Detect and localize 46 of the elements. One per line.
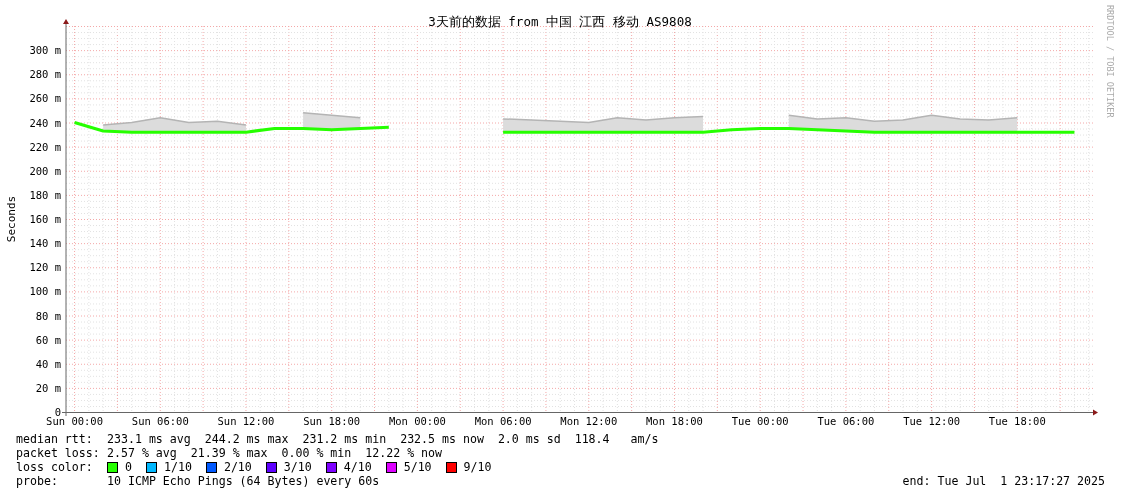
x-tick-label: Mon 00:00 <box>388 415 446 427</box>
y-tick-label: 280 m <box>29 68 61 81</box>
graph-title: 3天前的数据 from 中国 江西 移动 AS9808 <box>428 14 692 29</box>
y-tick-label: 60 m <box>35 333 61 346</box>
x-tick-label: Tue 00:00 <box>731 415 789 427</box>
legend-text: 4/10 <box>343 460 372 474</box>
y-tick-label: 160 m <box>29 213 61 225</box>
stat-values: 233.1 ms avg 244.2 ms max 231.2 ms min 232.5 ms now 2.0 ms sd 118.4 am/s <box>107 432 659 446</box>
x-tick-label: Tue 18:00 <box>988 415 1046 427</box>
stat-label: probe: <box>16 474 59 488</box>
x-tick-label: Sun 18:00 <box>303 415 361 427</box>
y-tick-label: 300 m <box>29 44 61 57</box>
x-tick-label: Tue 06:00 <box>817 415 875 427</box>
y-tick-label: 140 m <box>29 237 61 250</box>
legend-text: 5/10 <box>403 460 432 474</box>
x-tick-label: Mon 06:00 <box>474 415 532 427</box>
y-tick-label: 180 m <box>29 188 61 201</box>
legend-text: 3/10 <box>283 460 312 474</box>
y-tick-label: 100 m <box>29 285 61 298</box>
legend-label: loss color: <box>16 460 94 474</box>
stat-values: 2.57 % avg 21.39 % max 0.00 % min 12.22 % now <box>107 446 443 460</box>
y-tick-label: 240 m <box>29 116 61 129</box>
axis-label: Seconds <box>5 195 18 243</box>
legend-text: 9/10 <box>463 460 492 474</box>
x-tick-label: Mon 12:00 <box>560 415 618 427</box>
y-tick-label: 120 m <box>29 261 61 274</box>
y-tick-label: 260 m <box>29 92 61 105</box>
y-tick-label: 80 m <box>35 309 61 322</box>
legend-text: 0 <box>125 460 132 474</box>
end-time: end: Tue Jul 1 23:17:27 2025 <box>902 474 1105 488</box>
stat-label: packet loss: <box>16 446 101 460</box>
x-tick-label: Mon 18:00 <box>646 415 703 427</box>
y-tick-label: 20 m <box>35 381 61 394</box>
x-tick-label: Sun 00:00 <box>46 415 103 427</box>
y-tick-label: 0 <box>54 406 61 418</box>
legend-text: 1/10 <box>164 460 192 474</box>
stat-label: median rtt: <box>16 432 94 446</box>
x-tick-label: Sun 06:00 <box>131 415 189 427</box>
legend-text: 2/10 <box>223 460 252 474</box>
y-tick-label: 40 m <box>35 357 61 370</box>
x-tick-label: Tue 12:00 <box>903 415 961 427</box>
y-tick-label: 220 m <box>29 140 61 153</box>
x-tick-label: Sun 12:00 <box>217 415 275 427</box>
y-tick-label: 200 m <box>29 164 61 177</box>
watermark-text: RRDTOOL / TOBI OETIKER <box>1105 5 1115 118</box>
probe-text: 10 ICMP Echo Pings (64 Bytes) every 60s <box>107 474 380 488</box>
